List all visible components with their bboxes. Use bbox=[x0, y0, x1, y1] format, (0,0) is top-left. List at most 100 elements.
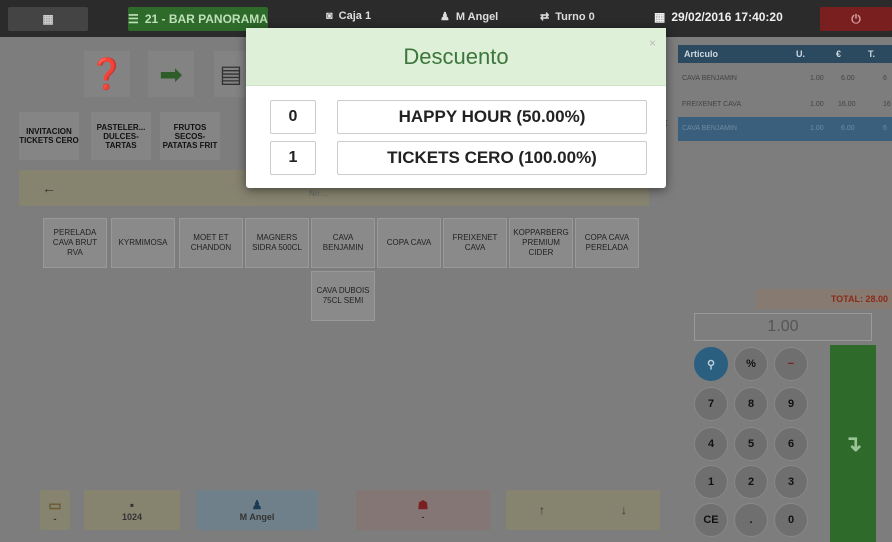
key-percent[interactable]: % bbox=[734, 347, 768, 381]
product-tile[interactable]: KOPPARBERG PREMIUM CIDER bbox=[509, 218, 573, 268]
product-tile[interactable]: FREIXENET CAVA bbox=[443, 218, 507, 268]
menu-button[interactable]: ▦ bbox=[8, 7, 88, 31]
key-label: CE bbox=[703, 514, 719, 526]
arrow-down-icon[interactable]: ↓ bbox=[621, 503, 627, 517]
ticket-row[interactable]: CAVA BENJAMIN 1.00 6.00 6 bbox=[678, 67, 892, 89]
row-price: 16.00 bbox=[838, 101, 856, 108]
bottom-label-2: 1024 bbox=[121, 512, 143, 522]
table-move-button[interactable]: ➡ bbox=[148, 51, 194, 97]
back-button[interactable]: ← bbox=[19, 170, 79, 206]
key-label: . bbox=[749, 514, 753, 526]
row-price: 6.00 bbox=[841, 75, 855, 82]
key-label: 1 bbox=[707, 476, 715, 488]
row-units: 1.00 bbox=[810, 75, 824, 82]
product-tile[interactable]: MAGNERS SIDRA 500CL bbox=[245, 218, 309, 268]
product-label: PERELADA CAVA BRUT RVA bbox=[52, 228, 98, 257]
ticket-row-selected[interactable]: CAVA BENJAMIN 1.00 6.00 6 bbox=[678, 117, 892, 141]
arrow-up-icon[interactable]: ↑ bbox=[539, 503, 545, 517]
turno-label: Turno 0 bbox=[555, 10, 595, 23]
discount-modal: Descuento × 0 HAPPY HOUR (50.00%) 1 TICK… bbox=[246, 28, 666, 188]
key-8[interactable]: 8 bbox=[734, 387, 768, 421]
product-label: MOET ET CHANDON bbox=[190, 233, 232, 252]
key-9[interactable]: 9 bbox=[774, 387, 808, 421]
col-articulo: Articulo bbox=[684, 49, 719, 59]
note-icon: ▪ bbox=[129, 498, 135, 512]
power-button[interactable]: ⏻ bbox=[820, 7, 892, 31]
row-total: 6 bbox=[883, 75, 887, 82]
table-question-icon: ❓ bbox=[88, 57, 126, 91]
scroll-area: ↑ ↓ bbox=[506, 490, 660, 530]
product-tile[interactable]: COPA CAVA bbox=[377, 218, 441, 268]
table-move-icon: ➡ bbox=[159, 58, 183, 90]
key-3[interactable]: 3 bbox=[774, 465, 808, 499]
list-view-button[interactable]: ▤ bbox=[214, 51, 248, 97]
swap-icon: ⇄ bbox=[540, 11, 550, 23]
modal-header: Descuento × bbox=[246, 28, 666, 86]
product-label: FREIXENET CAVA bbox=[452, 233, 498, 252]
filter-text: No ... bbox=[309, 189, 329, 198]
person-icon: ♟ bbox=[251, 498, 263, 512]
discount-option[interactable]: 0 HAPPY HOUR (50.00%) bbox=[270, 100, 647, 134]
col-unidades: U. bbox=[796, 49, 805, 59]
bottom-button-1[interactable]: ▭ - bbox=[40, 490, 70, 530]
ticket-row[interactable]: FREIXENET CAVA 1.00 16.00 16 bbox=[678, 93, 892, 115]
ticket-header: Articulo U. € T. bbox=[678, 45, 892, 63]
col-precio: € bbox=[836, 49, 842, 59]
waiter-button[interactable]: ♟ M Angel bbox=[196, 490, 318, 530]
product-tile[interactable]: MOET ET CHANDON bbox=[179, 218, 243, 268]
product-tile[interactable]: CAVA DUBOIS 75CL SEMI bbox=[311, 271, 375, 321]
discount-number[interactable]: 1 bbox=[270, 141, 316, 175]
product-label: KYRMIMOSA bbox=[118, 238, 168, 247]
close-icon[interactable]: × bbox=[649, 36, 656, 50]
key-decimal[interactable]: . bbox=[734, 503, 768, 537]
key-0[interactable]: 0 bbox=[774, 503, 808, 537]
bottom-button-2[interactable]: ▪ 1024 bbox=[84, 490, 180, 530]
product-tile[interactable]: CAVA BENJAMIN bbox=[311, 218, 375, 268]
search-button[interactable]: ⚲ bbox=[694, 347, 728, 381]
list-icon: ☰ bbox=[128, 12, 139, 26]
group-icon: ☗ bbox=[417, 498, 429, 512]
key-minus[interactable]: − bbox=[774, 347, 808, 381]
family-frutos-secos[interactable]: FRUTOS SECOS- PATATAS FRIT bbox=[160, 112, 220, 160]
bottom-label-1: - bbox=[53, 513, 57, 524]
key-5[interactable]: 5 bbox=[734, 427, 768, 461]
table-label: 21 - BAR PANORAMA bbox=[144, 12, 268, 26]
key-6[interactable]: 6 bbox=[774, 427, 808, 461]
key-1[interactable]: 1 bbox=[694, 465, 728, 499]
display-value: 1.00 bbox=[767, 318, 799, 335]
enter-button[interactable]: ↴ bbox=[830, 345, 876, 542]
family-invitacion[interactable]: INVITACION TICKETS CERO bbox=[19, 112, 79, 160]
table-help-button[interactable]: ❓ bbox=[84, 51, 130, 97]
key-label: − bbox=[787, 358, 795, 370]
key-label: 3 bbox=[787, 476, 795, 488]
caja-label: Caja 1 bbox=[338, 10, 372, 22]
family-label: PASTELER... DULCES- TARTAS bbox=[96, 122, 146, 150]
product-label: MAGNERS SIDRA 500CL bbox=[252, 233, 302, 252]
discount-name[interactable]: HAPPY HOUR (50.00%) bbox=[337, 100, 647, 134]
clipboard-icon: ▭ bbox=[48, 496, 62, 513]
family-pasteleria[interactable]: PASTELER... DULCES- TARTAS bbox=[91, 112, 151, 160]
row-name: FREIXENET CAVA bbox=[682, 101, 742, 108]
modal-title: Descuento bbox=[403, 43, 509, 69]
waiter-label: M Angel bbox=[239, 512, 275, 522]
family-label: INVITACION TICKETS CERO bbox=[19, 127, 79, 145]
key-label: 4 bbox=[707, 438, 715, 450]
row-name: CAVA BENJAMIN bbox=[682, 75, 737, 82]
product-label: KOPPARBERG PREMIUM CIDER bbox=[513, 228, 569, 257]
key-4[interactable]: 4 bbox=[694, 427, 728, 461]
product-tile[interactable]: PERELADA CAVA BRUT RVA bbox=[43, 218, 107, 268]
discount-name[interactable]: TICKETS CERO (100.00%) bbox=[337, 141, 647, 175]
discount-option[interactable]: 1 TICKETS CERO (100.00%) bbox=[270, 141, 647, 175]
product-tile[interactable]: COPA CAVA PERELADA bbox=[575, 218, 639, 268]
user-indicator: ♟ M Angel bbox=[440, 10, 498, 24]
discount-name-label: HAPPY HOUR (50.00%) bbox=[398, 107, 586, 126]
product-tile[interactable]: KYRMIMOSA bbox=[111, 218, 175, 268]
turno-indicator: ⇄ Turno 0 bbox=[540, 10, 595, 24]
customers-button[interactable]: ☗ - bbox=[356, 490, 490, 530]
document-icon: ▤ bbox=[219, 60, 243, 88]
enter-arrow-icon: ↴ bbox=[843, 430, 863, 456]
key-ce[interactable]: CE bbox=[694, 503, 728, 537]
discount-number[interactable]: 0 bbox=[270, 100, 316, 134]
key-2[interactable]: 2 bbox=[734, 465, 768, 499]
key-7[interactable]: 7 bbox=[694, 387, 728, 421]
